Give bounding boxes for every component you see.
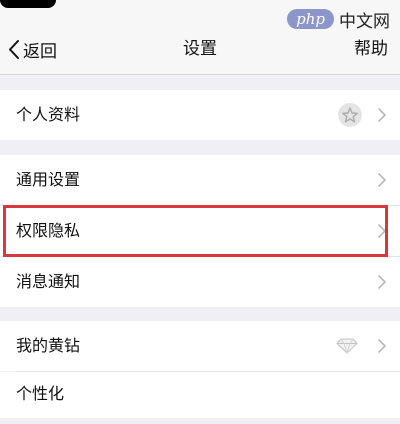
back-button[interactable]: 返回 [8, 24, 57, 74]
settings-item-label: 消息通知 [16, 272, 81, 291]
settings-item-label: 通用设置 [16, 170, 81, 189]
watermark-logo: php [287, 9, 334, 29]
status-pill [0, 0, 56, 8]
settings-item-label: 我的黄钻 [16, 336, 81, 355]
settings-item-label: 权限隐私 [16, 221, 81, 240]
watermark: php 中文网 [287, 6, 390, 32]
settings-item-general[interactable]: 通用设置 [0, 155, 400, 205]
chevron-right-icon [378, 173, 386, 187]
chevron-right-icon [378, 275, 386, 289]
settings-item-label: 个性化 [16, 384, 65, 403]
chevron-right-icon [378, 339, 386, 353]
settings-item-profile[interactable]: 个人资料 [0, 90, 400, 140]
star-icon [342, 107, 358, 123]
back-button-label: 返回 [23, 41, 57, 62]
chevron-right-icon [378, 224, 386, 238]
diamond-icon [336, 338, 358, 358]
avatar [338, 103, 362, 127]
settings-item-label: 个人资料 [16, 105, 81, 124]
chevron-right-icon [378, 108, 386, 122]
chevron-left-icon [8, 39, 19, 59]
watermark-text: 中文网 [339, 11, 390, 32]
settings-item-vip[interactable]: 我的黄钻 [0, 321, 400, 371]
settings-item-personalize[interactable]: 个性化 [0, 372, 400, 418]
settings-item-privacy[interactable]: 权限隐私 [0, 206, 400, 256]
settings-item-notifications[interactable]: 消息通知 [0, 257, 400, 307]
